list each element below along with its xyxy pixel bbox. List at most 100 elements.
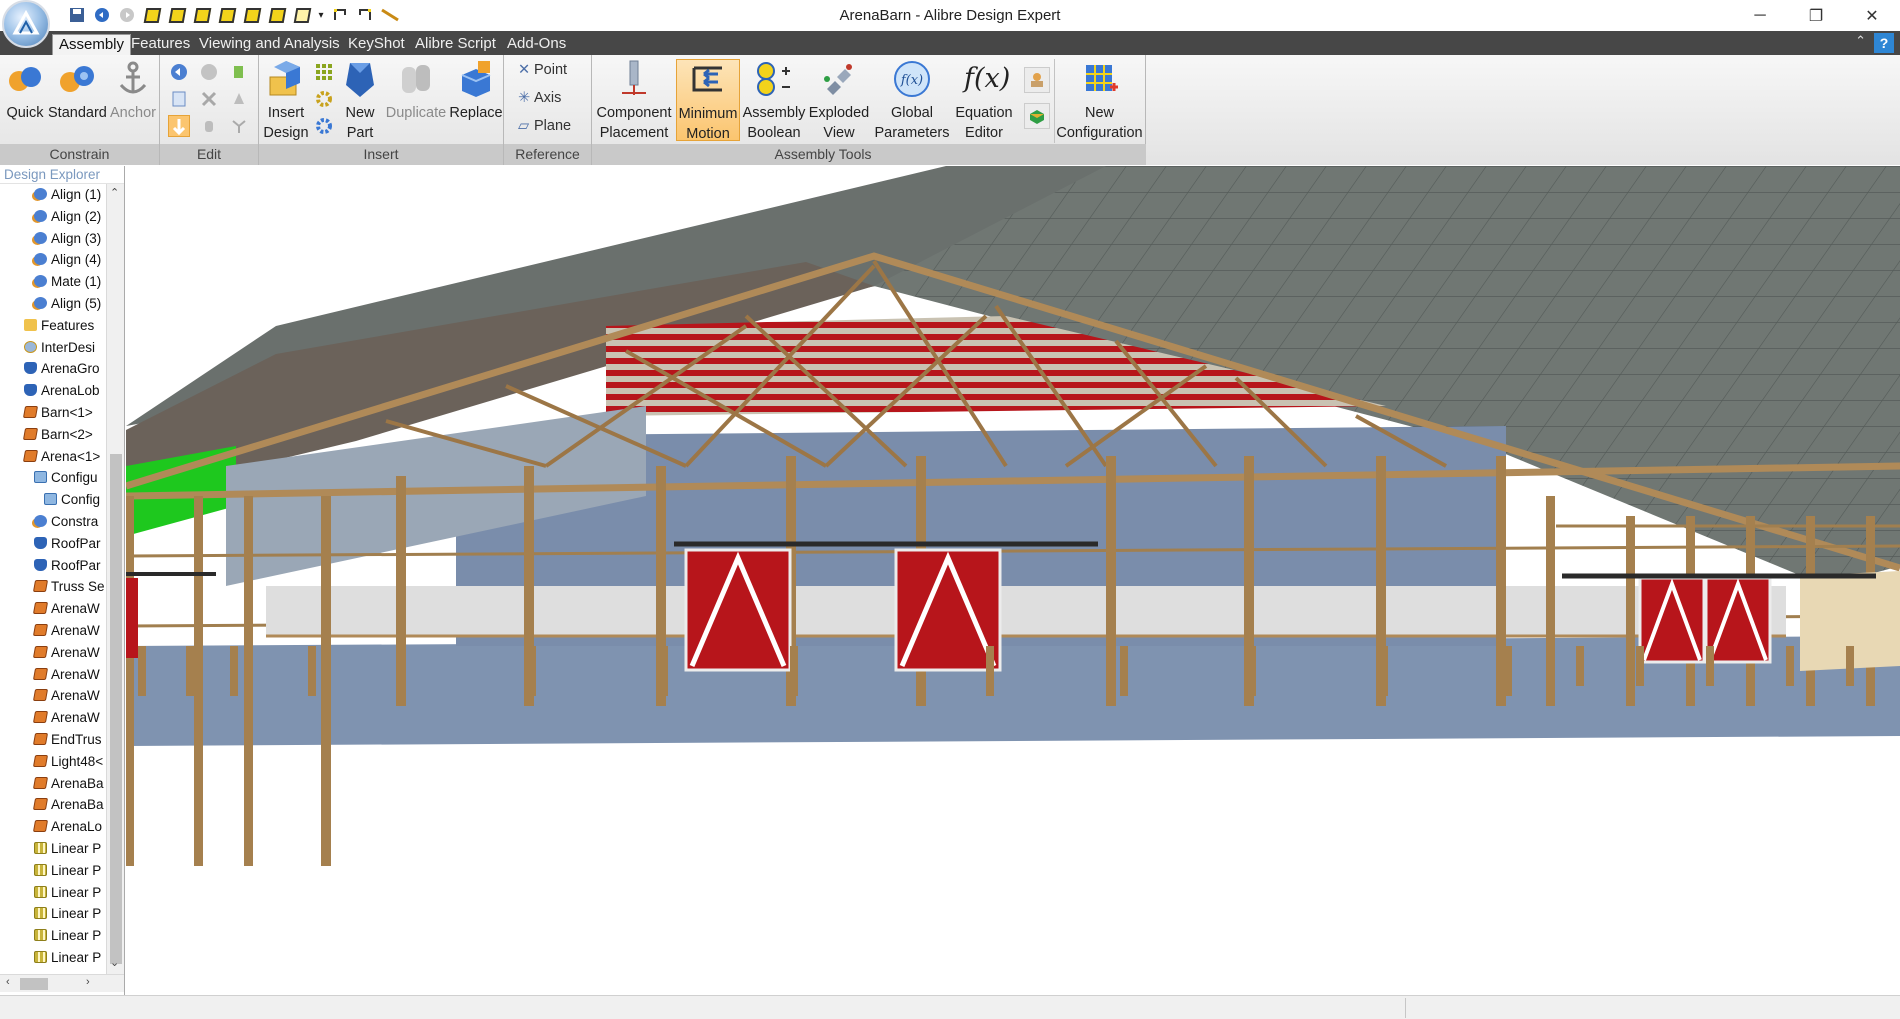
replace-button[interactable]: Replace bbox=[449, 59, 503, 123]
tree-node[interactable]: Align (3) bbox=[34, 228, 101, 249]
tree-node[interactable]: Config bbox=[44, 489, 100, 510]
tree-node[interactable]: Align (2) bbox=[34, 206, 101, 227]
tree-node[interactable]: ArenaW bbox=[32, 598, 100, 619]
collapse-ribbon-icon[interactable]: ⌃ bbox=[1855, 33, 1866, 49]
tree-node[interactable]: Configu bbox=[34, 467, 98, 488]
tree-node[interactable]: Linear P bbox=[34, 947, 101, 968]
anchor-button[interactable]: Anchor bbox=[108, 59, 158, 123]
tree-node[interactable]: Light48< bbox=[32, 751, 104, 772]
fix-icon[interactable] bbox=[228, 115, 250, 137]
point-button[interactable]: ✕ Point bbox=[518, 62, 567, 78]
tree-node[interactable]: ArenaLo bbox=[32, 816, 102, 837]
redo-constraint-icon[interactable] bbox=[198, 61, 220, 83]
mirror-pattern-icon[interactable] bbox=[313, 115, 335, 137]
tree-node[interactable]: Linear P bbox=[34, 838, 101, 859]
global-parameters-button[interactable]: f(x) Global Parameters bbox=[874, 59, 950, 143]
tree-node[interactable]: Arena<1> bbox=[22, 446, 100, 467]
hscroll-thumb[interactable] bbox=[20, 978, 48, 990]
tree-node[interactable]: EndTrus bbox=[32, 729, 102, 750]
component-placement-button[interactable]: Component Placement bbox=[594, 59, 674, 143]
tree-node[interactable]: Features bbox=[24, 315, 94, 336]
tab-assembly[interactable]: Assembly bbox=[52, 34, 132, 55]
move-icon[interactable] bbox=[168, 115, 190, 137]
delete-icon[interactable] bbox=[198, 88, 220, 110]
tree-node[interactable]: ArenaW bbox=[32, 685, 100, 706]
tab-features[interactable]: Features bbox=[125, 34, 196, 55]
tree-node[interactable]: ArenaW bbox=[32, 707, 100, 728]
circular-pattern-icon[interactable] bbox=[313, 88, 335, 110]
hide-icon[interactable] bbox=[228, 88, 250, 110]
scroll-left-icon[interactable]: ‹ bbox=[6, 976, 10, 988]
tree-node[interactable]: ArenaBa bbox=[32, 773, 104, 794]
pattern-icon[interactable] bbox=[313, 61, 335, 83]
tree-node[interactable]: ArenaW bbox=[32, 642, 100, 663]
help-icon[interactable]: ? bbox=[1874, 33, 1894, 53]
restore-button[interactable]: ❐ bbox=[1788, 0, 1844, 31]
suppress-icon[interactable] bbox=[228, 61, 250, 83]
tab-viewing-and-analysis[interactable]: Viewing and Analysis bbox=[193, 34, 346, 55]
plane-button[interactable]: ▱ Plane bbox=[518, 118, 571, 134]
tree-node[interactable]: Linear P bbox=[34, 925, 101, 946]
duplicate-button[interactable]: Duplicate bbox=[383, 59, 449, 123]
tree-node[interactable]: Mate (1) bbox=[34, 271, 101, 292]
equation-editor-button[interactable]: f(x) Equation Editor bbox=[952, 59, 1016, 143]
axis-button[interactable]: ✳ Axis bbox=[518, 90, 561, 106]
minimize-button[interactable]: ─ bbox=[1732, 0, 1788, 31]
anchor-label: Anchor bbox=[110, 105, 156, 121]
scroll-thumb[interactable] bbox=[110, 454, 122, 964]
quick-label: Quick bbox=[6, 105, 44, 121]
scroll-down-icon[interactable]: ⌄ bbox=[110, 956, 119, 969]
global-parameters-label-2: Parameters bbox=[874, 125, 950, 141]
tree-node-label: ArenaBa bbox=[51, 797, 104, 813]
quick-constrain-button[interactable]: Quick bbox=[4, 59, 46, 123]
tree-horizontal-scrollbar[interactable]: ‹ › bbox=[0, 974, 124, 992]
tree-node[interactable]: ArenaW bbox=[32, 664, 100, 685]
window-title: ArenaBarn - Alibre Design Expert bbox=[839, 7, 1061, 24]
tree-node[interactable]: Linear P bbox=[34, 903, 101, 924]
exploded-view-button[interactable]: Exploded View bbox=[808, 59, 870, 143]
minimum-motion-label-2: Motion bbox=[686, 126, 730, 142]
tree-node[interactable]: ArenaW bbox=[32, 620, 100, 641]
close-button[interactable]: ✕ bbox=[1844, 0, 1900, 31]
tree-node[interactable]: InterDesi bbox=[24, 337, 95, 358]
tree-node-label: Light48< bbox=[51, 753, 104, 769]
tab-keyshot[interactable]: KeyShot bbox=[342, 34, 411, 55]
tree-node[interactable]: ArenaGro bbox=[24, 358, 100, 379]
app-logo-button[interactable] bbox=[2, 0, 50, 48]
tree-vertical-scrollbar[interactable]: ⌃ ⌄ bbox=[106, 184, 124, 974]
properties-icon[interactable] bbox=[168, 88, 190, 110]
drag-icon[interactable] bbox=[198, 115, 220, 137]
tree-node-label: Linear P bbox=[51, 862, 102, 878]
tree-node[interactable]: Constra bbox=[34, 511, 98, 532]
tab-add-ons[interactable]: Add-Ons bbox=[501, 34, 572, 55]
tree-node[interactable]: Barn<2> bbox=[22, 424, 93, 445]
scroll-up-icon[interactable]: ⌃ bbox=[110, 186, 119, 199]
new-configuration-button[interactable]: New Configuration bbox=[1054, 59, 1144, 143]
tab-alibre-script[interactable]: Alibre Script bbox=[409, 34, 502, 55]
tree-node[interactable]: ArenaLob bbox=[24, 380, 100, 401]
tree-node[interactable]: RoofPar bbox=[34, 533, 101, 554]
undo-constraint-icon[interactable] bbox=[168, 61, 190, 83]
tree-node[interactable]: Align (5) bbox=[34, 293, 101, 314]
new-part-button[interactable]: New Part bbox=[339, 59, 381, 143]
insert-design-button[interactable]: Insert Design bbox=[261, 59, 311, 143]
tree-node[interactable]: Align (1) bbox=[34, 184, 101, 205]
tree-node-label: Constra bbox=[51, 514, 99, 529]
cube-icon bbox=[32, 733, 49, 745]
tree-node-label: EndTrus bbox=[51, 732, 102, 747]
tree-node[interactable]: Truss Se bbox=[32, 576, 105, 597]
design-properties-icon[interactable] bbox=[1024, 67, 1050, 93]
tree-node-label: Features bbox=[41, 317, 95, 333]
3d-viewport[interactable] bbox=[126, 166, 1900, 995]
assembly-boolean-button[interactable]: Assembly Boolean bbox=[742, 59, 806, 143]
tree-node[interactable]: Align (4) bbox=[34, 249, 101, 270]
tree-node[interactable]: RoofPar bbox=[34, 555, 101, 576]
minimum-motion-button[interactable]: Minimum Motion bbox=[676, 59, 740, 142]
scroll-right-icon[interactable]: › bbox=[86, 976, 90, 988]
tree-node[interactable]: Linear P bbox=[34, 860, 101, 881]
tree-node[interactable]: ArenaBa bbox=[32, 794, 104, 815]
material-icon[interactable] bbox=[1024, 103, 1050, 129]
standard-constrain-button[interactable]: Standard bbox=[48, 59, 107, 123]
tree-node[interactable]: Linear P bbox=[34, 882, 101, 903]
tree-node[interactable]: Barn<1> bbox=[22, 402, 93, 423]
